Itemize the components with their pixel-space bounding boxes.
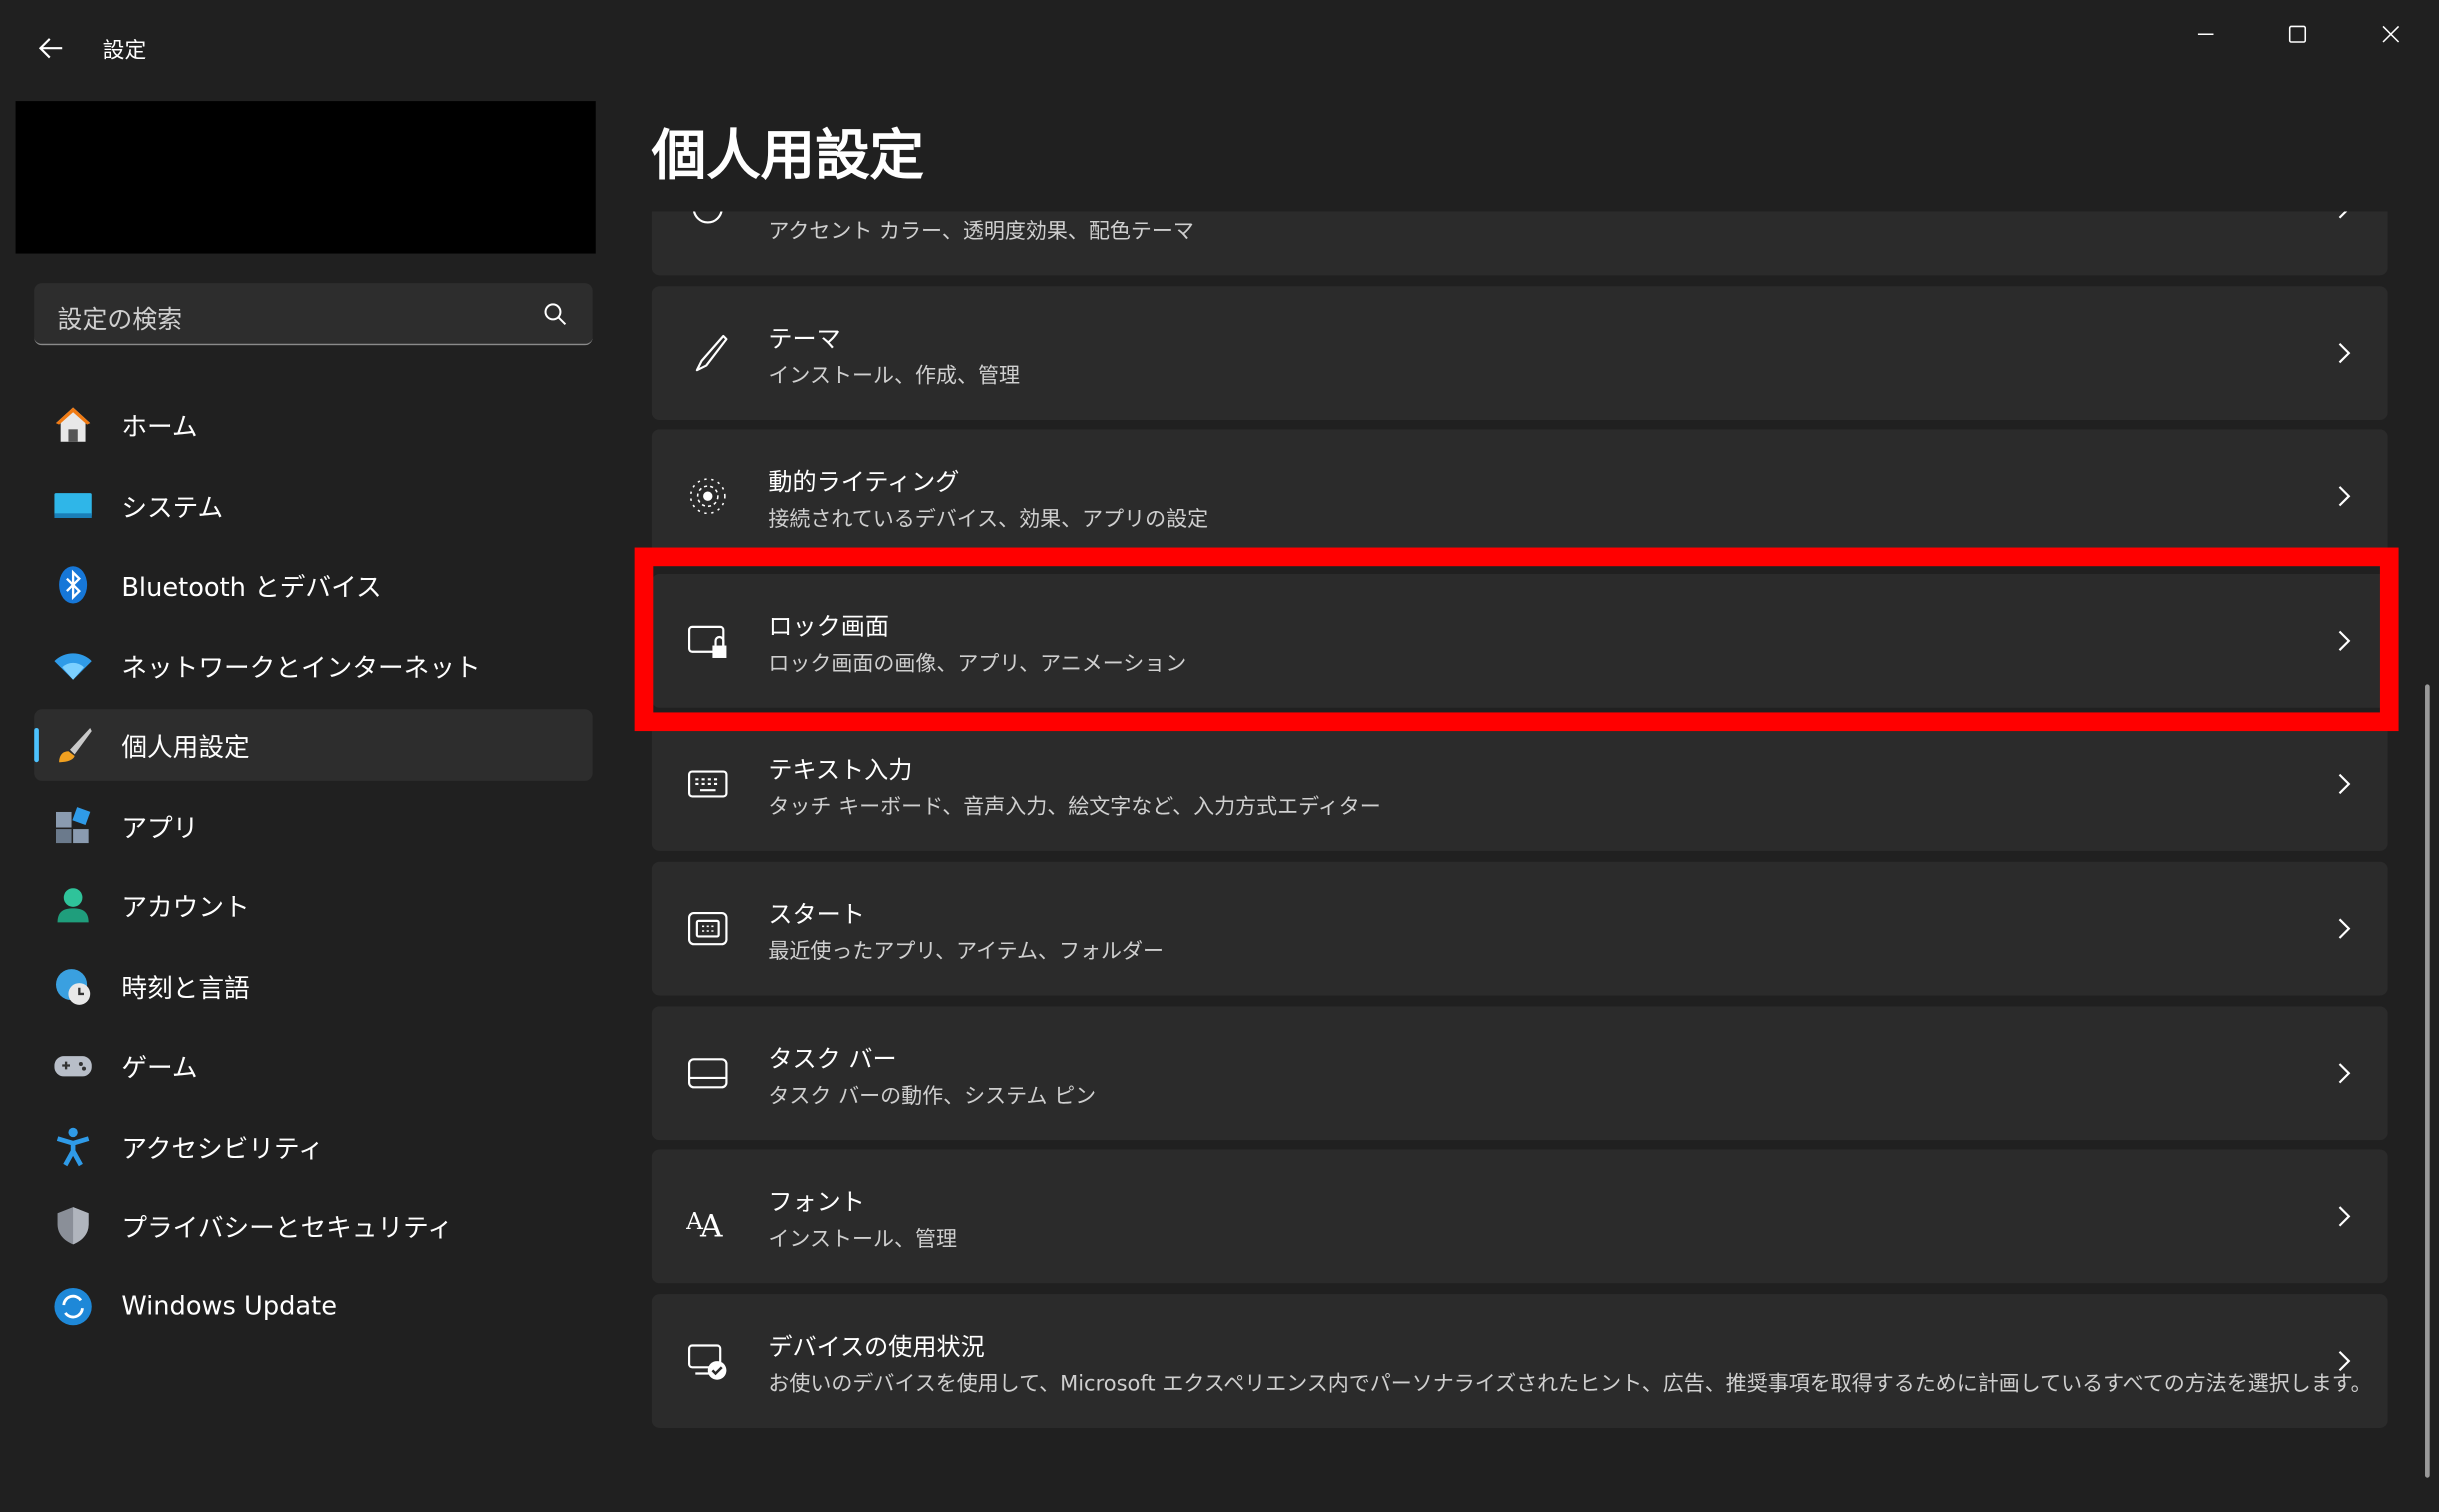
sidebar-item-system[interactable]: システム [34, 469, 592, 541]
card-title: フォント [768, 1188, 865, 1217]
card-subtitle: アクセント カラー、透明度効果、配色テーマ [768, 219, 1194, 245]
card-title: デバイスの使用状況 [768, 1332, 985, 1361]
gamepad-icon [53, 1045, 93, 1085]
chevron-right-icon [2338, 630, 2351, 651]
device-usage-icon [686, 1339, 730, 1383]
card-title: ロック画面 [768, 612, 889, 641]
page-title: 個人用設定 [651, 125, 924, 189]
home-icon [53, 404, 93, 444]
card-subtitle: インストール、作成、管理 [768, 363, 1020, 389]
chevron-right-icon [2338, 342, 2351, 363]
settings-list: アクセント カラー、透明度効果、配色テーマ テーマ インストール、作成、管理 動的ライ… [651, 211, 2388, 1512]
card-subtitle: お使いのデバイスを使用して、Microsoft エクスペリエンス内でパーソナライ… [768, 1371, 2372, 1397]
maximize-button[interactable] [2266, 16, 2328, 53]
settings-card-palette[interactable]: アクセント カラー、透明度効果、配色テーマ [651, 211, 2388, 276]
search-input[interactable]: 設定の検索 [34, 283, 593, 346]
system-icon [53, 485, 93, 525]
search-placeholder: 設定の検索 [57, 304, 183, 335]
card-subtitle: タスク バーの動作、システム ピン [768, 1083, 1097, 1109]
sidebar-item-windows-update[interactable]: Windows Update [34, 1270, 592, 1342]
globe-clock-icon [53, 965, 93, 1005]
chevron-right-icon [2338, 486, 2351, 507]
search-icon [544, 303, 567, 326]
card-title: タスク バー [768, 1044, 897, 1073]
card-title: テーマ [768, 324, 841, 353]
chevron-right-icon [2338, 1062, 2351, 1083]
sidebar-item-network[interactable]: ネットワークとインターネット [34, 629, 592, 701]
keyboard-icon [686, 763, 730, 807]
settings-card-keyboard[interactable]: テキスト入力タッチ キーボード、音声入力、絵文字など、入力方式エディター [651, 717, 2388, 852]
back-arrow-icon [38, 38, 63, 59]
account-icon [53, 885, 93, 925]
card-subtitle: インストール、管理 [768, 1227, 957, 1253]
settings-card-lock-screen[interactable]: ロック画面ロック画面の画像、アプリ、アニメーション [651, 573, 2388, 708]
scrollbar[interactable] [2425, 684, 2430, 1478]
sidebar-item-home[interactable]: ホーム [34, 389, 592, 461]
font-icon: AA [686, 1195, 730, 1239]
sidebar-item-gaming[interactable]: ゲーム [34, 1030, 592, 1102]
window-title: 設定 [102, 38, 147, 64]
account-banner-redacted [15, 101, 596, 254]
start-icon [686, 907, 730, 951]
card-subtitle: 最近使ったアプリ、アイテム、フォルダー [768, 939, 1165, 965]
palette-icon [686, 211, 730, 231]
accessibility-icon [53, 1125, 93, 1166]
bluetooth-icon [53, 565, 93, 605]
brush-icon [53, 725, 93, 765]
chevron-right-icon [2338, 1350, 2351, 1371]
lock-screen-icon [686, 619, 730, 663]
card-title: スタート [768, 900, 865, 929]
chevron-right-icon [2338, 211, 2348, 219]
settings-card-device-usage[interactable]: デバイスの使用状況お使いのデバイスを使用して、Microsoft エクスペリエン… [651, 1293, 2388, 1428]
svg-text:A: A [699, 1209, 723, 1239]
close-button[interactable] [2360, 16, 2422, 53]
brush-icon [686, 331, 730, 375]
taskbar-icon [686, 1051, 730, 1095]
sidebar-item-personalization[interactable]: 個人用設定 [34, 709, 593, 781]
apps-icon [53, 805, 93, 845]
settings-card-start[interactable]: スタート最近使ったアプリ、アイテム、フォルダー [651, 861, 2388, 996]
lighting-icon [686, 475, 730, 519]
sidebar-item-accounts[interactable]: アカウント [34, 870, 592, 942]
chevron-right-icon [2338, 1206, 2351, 1227]
card-subtitle: ロック画面の画像、アプリ、アニメーション [768, 651, 1187, 677]
settings-card-brush[interactable]: テーマインストール、作成、管理 [651, 285, 2388, 420]
sidebar-item-time-language[interactable]: 時刻と言語 [34, 950, 592, 1022]
card-subtitle: タッチ キーボード、音声入力、絵文字など、入力方式エディター [768, 795, 1381, 821]
update-icon [53, 1286, 93, 1326]
sidebar-item-privacy-security[interactable]: プライバシーとセキュリティ [34, 1190, 592, 1262]
sidebar-item-accessibility[interactable]: アクセシビリティ [34, 1110, 592, 1182]
sidebar-item-bluetooth[interactable]: Bluetooth とデバイス [34, 549, 592, 621]
settings-card-font[interactable]: A A フォントインストール、管理 [651, 1149, 2388, 1284]
minimize-icon [2197, 33, 2214, 35]
chevron-right-icon [2338, 918, 2351, 939]
close-icon [2382, 25, 2400, 43]
sidebar-item-apps[interactable]: アプリ [34, 789, 592, 861]
settings-window: 設定 設定の検索 ホーム システム Bluetooth とデバイス ネットワーク… [0, 0, 2439, 1512]
minimize-button[interactable] [2175, 16, 2237, 53]
card-title: テキスト入力 [768, 756, 913, 785]
card-subtitle: 接続されているデバイス、効果、アプリの設定 [768, 507, 1209, 533]
settings-card-taskbar[interactable]: タスク バータスク バーの動作、システム ピン [651, 1005, 2388, 1140]
back-button[interactable] [34, 31, 68, 65]
settings-card-lighting[interactable]: 動的ライティング接続されているデバイス、効果、アプリの設定 [651, 429, 2388, 564]
maximize-icon [2288, 25, 2307, 43]
wifi-icon [53, 645, 93, 685]
shield-icon [53, 1206, 93, 1246]
chevron-right-icon [2338, 774, 2351, 795]
sidebar-nav: ホーム システム Bluetooth とデバイス ネットワークとインターネット … [34, 389, 593, 1350]
card-title: 動的ライティング [768, 468, 960, 497]
